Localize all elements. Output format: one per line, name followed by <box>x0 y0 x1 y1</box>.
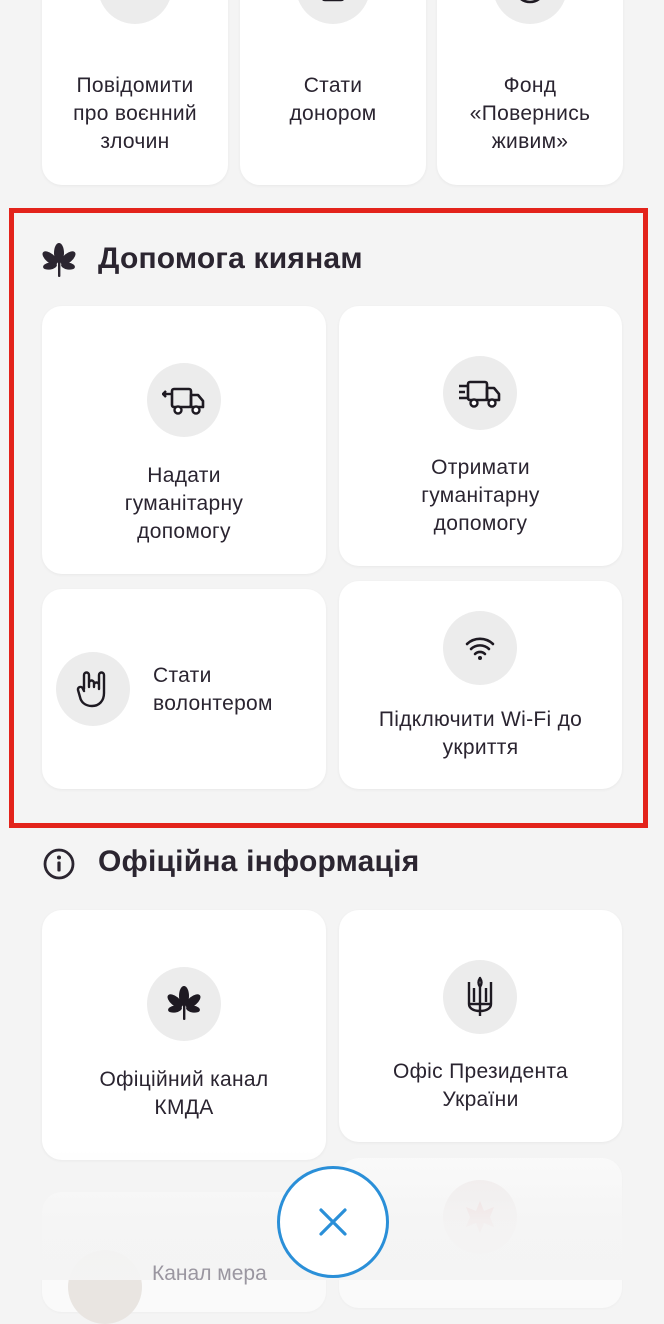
card-label: Надати гуманітарну допомогу <box>124 464 244 543</box>
wifi-icon <box>443 611 517 685</box>
hand-gesture-icon <box>56 652 130 726</box>
card-label: Канал мера <box>152 1262 267 1285</box>
truck-receive-icon <box>443 356 517 430</box>
truck-give-icon <box>147 363 221 437</box>
chat-report-icon <box>98 0 172 24</box>
card-label: Підключити Wi-Fi до укриття <box>378 708 583 759</box>
card-label: Офіс Президента України <box>392 1060 569 1111</box>
dollar-icon <box>493 0 567 24</box>
card-report-war-crime[interactable]: Повідомити про воєнний злочин <box>42 0 228 185</box>
card-label: Повідомити про воєнний злочин <box>73 74 197 153</box>
card-label: Отримати гуманітарну допомогу <box>421 456 540 535</box>
card-receive-aid[interactable]: Отримати гуманітарну допомогу <box>339 306 622 566</box>
card-give-aid[interactable]: Надати гуманітарну допомогу <box>42 306 326 574</box>
card-label: Офіційний канал КМДА <box>99 1068 269 1119</box>
card-come-back-alive-fund[interactable]: Фонд «Повернись живим» <box>437 0 623 185</box>
section-title-official: Офіційна інформація <box>98 845 420 878</box>
chestnut-leaf-icon <box>147 967 221 1041</box>
close-icon <box>319 1208 347 1236</box>
card-become-donor[interactable]: Стати донором <box>240 0 426 185</box>
card-kmda-channel[interactable]: Офіційний канал КМДА <box>42 910 326 1160</box>
card-label: Стати донором <box>289 74 377 125</box>
chestnut-leaf-icon <box>40 242 78 280</box>
card-connect-wifi-shelter[interactable]: Підключити Wi-Fi до укриття <box>339 581 622 789</box>
section-title-help: Допомога киянам <box>98 242 363 275</box>
card-label: Фонд «Повернись живим» <box>469 74 591 153</box>
close-button[interactable] <box>277 1166 389 1278</box>
trident-icon <box>443 960 517 1034</box>
info-icon <box>42 847 76 881</box>
card-become-volunteer[interactable]: Стати волонтером <box>42 589 326 789</box>
card-label: Стати волонтером <box>153 664 273 715</box>
medical-plus-icon <box>296 0 370 24</box>
card-president-office[interactable]: Офіс Президента України <box>339 910 622 1142</box>
